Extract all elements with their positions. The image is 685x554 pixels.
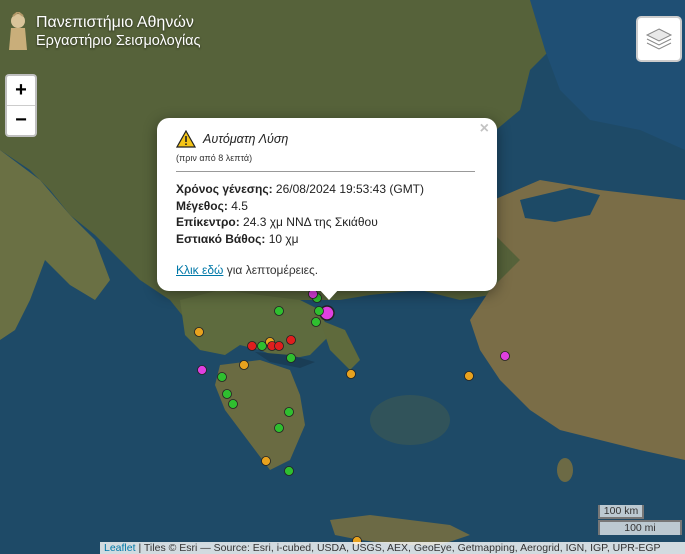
university-athena-logo-icon xyxy=(9,12,27,50)
popup-tip xyxy=(318,288,340,300)
earthquake-marker-green[interactable] xyxy=(314,306,324,316)
popup-divider xyxy=(176,171,475,172)
attribution: Leaflet | Tiles © Esri — Source: Esri, i… xyxy=(100,542,685,554)
earthquake-marker-green[interactable] xyxy=(217,372,227,382)
event-popup: × Αυτόματη Λύση (πριν από 8 λεπτά) Χρόνο… xyxy=(157,118,497,291)
earthquake-marker-green[interactable] xyxy=(222,389,232,399)
details-row: Κλικ εδώ για λεπτομέρειες. xyxy=(176,263,318,277)
earthquake-marker-green[interactable] xyxy=(274,423,284,433)
scale-mi: 100 mi xyxy=(598,520,682,535)
earthquake-marker-orange[interactable] xyxy=(261,456,271,466)
earthquake-marker-green[interactable] xyxy=(284,407,294,417)
earthquake-marker-green[interactable] xyxy=(284,466,294,476)
earthquake-marker-green[interactable] xyxy=(286,353,296,363)
islands-cyclades xyxy=(370,395,450,445)
origin-time-row: Χρόνος γένεσης: 26/08/2024 19:53:43 (GMT… xyxy=(176,181,424,198)
depth-value: 10 χμ xyxy=(268,231,299,246)
earthquake-marker-green[interactable] xyxy=(228,399,238,409)
earthquake-marker-green[interactable] xyxy=(257,341,267,351)
depth-label: Εστιακό Βάθος: xyxy=(176,231,266,246)
leaflet-link[interactable]: Leaflet xyxy=(104,542,136,554)
origin-time-value: 26/08/2024 19:53:43 (GMT) xyxy=(275,182,425,196)
header-subtitle: Εργαστήριο Σεισμολογίας xyxy=(36,33,201,49)
epicenter-label: Επίκεντρο: xyxy=(176,215,240,229)
earthquake-marker-orange[interactable] xyxy=(346,369,356,379)
attribution-text: | Tiles © Esri — Source: Esri, i-cubed, … xyxy=(138,542,661,554)
layers-icon xyxy=(645,28,673,50)
magnitude-value: 4.5 xyxy=(231,198,248,213)
earthquake-marker-green[interactable] xyxy=(274,306,284,316)
earthquake-marker-orange[interactable] xyxy=(239,360,249,370)
scale-km: 100 km xyxy=(598,505,644,519)
time-ago: (πριν από 8 λεπτά) xyxy=(176,153,253,163)
earthquake-marker-magenta[interactable] xyxy=(500,351,510,361)
depth-row: Εστιακό Βάθος: 10 χμ xyxy=(176,231,424,248)
epicenter-row: Επίκεντρο: 24.3 χμ ΝΝΔ της Σκιάθου xyxy=(176,214,424,231)
solution-type: Αυτόματη Λύση xyxy=(203,132,289,146)
magnitude-label: Μέγεθος: xyxy=(176,198,228,213)
zoom-control: + − xyxy=(5,74,37,137)
earthquake-marker-red[interactable] xyxy=(274,341,284,351)
lab-header: Πανεπιστήμιο Αθηνών Εργαστήριο Σεισμολογ… xyxy=(6,12,201,52)
earthquake-marker-magenta[interactable] xyxy=(197,365,207,375)
warning-triangle-icon xyxy=(176,130,196,148)
epicenter-value: 24.3 χμ ΝΝΔ της Σκιάθου xyxy=(243,215,378,229)
island-rhodes xyxy=(557,458,573,482)
popup-close-button[interactable]: × xyxy=(480,120,489,138)
earthquake-marker-orange[interactable] xyxy=(464,371,474,381)
header-title: Πανεπιστήμιο Αθηνών xyxy=(36,14,194,31)
earthquake-marker-red[interactable] xyxy=(286,335,296,345)
magnitude-row: Μέγεθος: 4.5 xyxy=(176,198,424,215)
earthquake-marker-green[interactable] xyxy=(311,317,321,327)
layers-button[interactable] xyxy=(636,16,682,62)
zoom-out-button[interactable]: − xyxy=(7,106,35,135)
details-suffix: για λεπτομέρειες. xyxy=(226,263,319,277)
earthquake-marker-orange[interactable] xyxy=(194,327,204,337)
origin-time-label: Χρόνος γένεσης: xyxy=(176,182,273,196)
zoom-in-button[interactable]: + xyxy=(7,76,35,106)
details-link[interactable]: Κλικ εδώ xyxy=(176,263,223,277)
earthquake-marker-red[interactable] xyxy=(247,341,257,351)
